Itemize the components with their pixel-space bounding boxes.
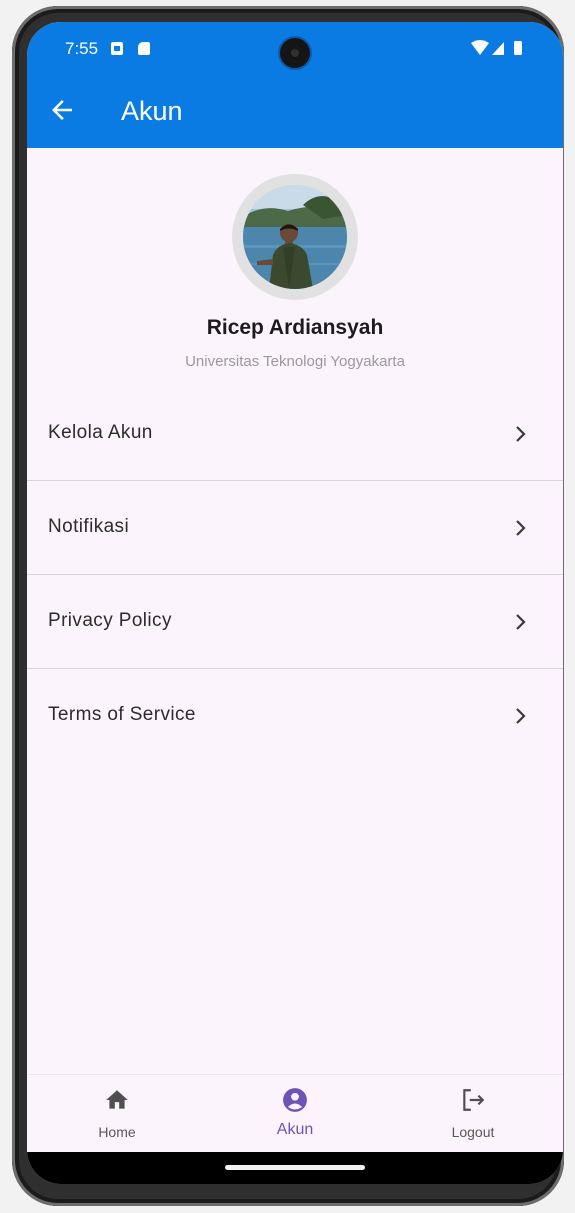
profile-institution: Universitas Teknologi Yogyakarta <box>185 353 405 370</box>
gesture-navigation-bar[interactable] <box>27 1152 563 1184</box>
profile-name: Ricep Ardiansyah <box>206 316 384 339</box>
menu-item-label: Notifikasi <box>48 516 130 537</box>
nav-item-home[interactable]: Home <box>57 1075 177 1153</box>
bottom-navigation: Home Akun Logout <box>27 1074 563 1153</box>
app-bar: 7:55 Akun <box>27 22 563 148</box>
profile-photo <box>243 185 347 289</box>
arrow-back-icon <box>52 100 72 120</box>
status-time: 7:55 <box>65 39 99 58</box>
nav-label-logout: Logout <box>451 1124 495 1140</box>
front-camera <box>280 38 310 68</box>
menu-item-label: Privacy Policy <box>48 610 172 631</box>
menu-item-privacy-policy[interactable]: Privacy Policy <box>27 575 563 669</box>
home-icon <box>106 1090 128 1109</box>
notification-icon <box>111 42 123 55</box>
chevron-right-icon <box>516 708 526 724</box>
menu-item-label: Kelola Akun <box>48 422 153 443</box>
menu-item-terms-of-service[interactable]: Terms of Service <box>27 669 563 762</box>
app-screen: 7:55 Akun Ricep Ardiansyah Universitas T… <box>27 22 563 1184</box>
nav-item-akun[interactable]: Akun <box>235 1075 355 1153</box>
menu-item-label: Terms of Service <box>48 704 196 725</box>
nav-item-logout[interactable]: Logout <box>413 1075 533 1153</box>
chevron-right-icon <box>516 614 526 630</box>
sd-card-icon <box>138 42 150 55</box>
signal-icon <box>492 42 504 55</box>
menu-item-kelola-akun[interactable]: Kelola Akun <box>27 387 563 481</box>
avatar <box>232 174 358 300</box>
settings-menu: Kelola Akun Notifikasi Privacy Policy Te… <box>27 387 563 762</box>
status-icons <box>471 40 522 55</box>
account-circle-icon <box>283 1088 307 1112</box>
chevron-right-icon <box>516 520 526 536</box>
wifi-icon <box>471 40 489 55</box>
menu-item-notifikasi[interactable]: Notifikasi <box>27 481 563 575</box>
chevron-right-icon <box>516 426 526 442</box>
page-title: Akun <box>121 96 183 126</box>
logout-icon <box>463 1089 485 1111</box>
back-button[interactable] <box>47 95 77 125</box>
battery-icon <box>514 41 522 55</box>
nav-label-home: Home <box>98 1124 136 1140</box>
nav-label-akun: Akun <box>276 1121 314 1138</box>
